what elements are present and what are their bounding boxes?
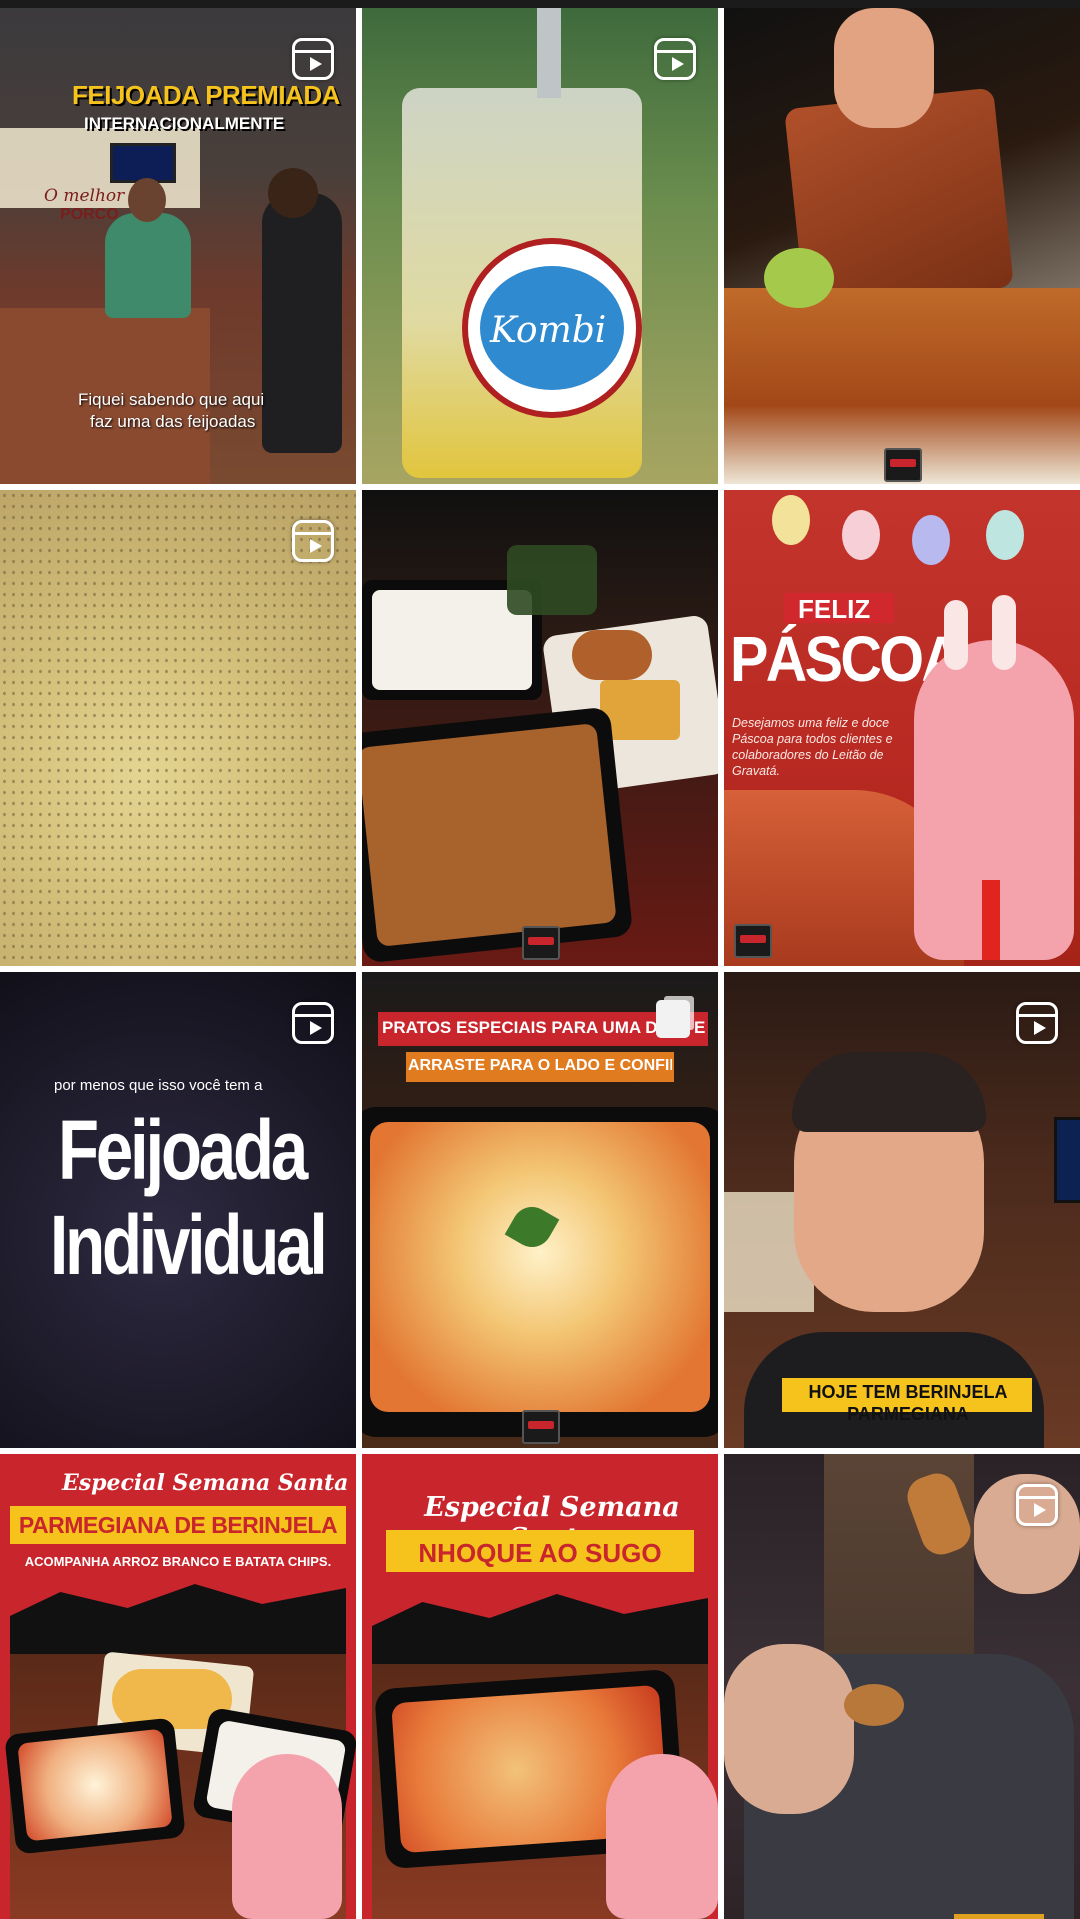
- pig-tie: [982, 880, 1000, 960]
- post-tile-farofa[interactable]: [0, 490, 356, 966]
- fried-bite-small: [844, 1684, 904, 1726]
- easter-egg: [842, 510, 880, 560]
- polenta: [600, 680, 680, 740]
- post-tile-chopp-kombi[interactable]: Kombi: [362, 8, 718, 484]
- feijao-tropeiro: [362, 723, 617, 947]
- fingers: [834, 8, 934, 128]
- individual-line-big: Individual: [50, 1198, 328, 1292]
- post-tile-parmegiana-berinjela[interactable]: Especial Semana Santa PARMEGIANA DE BERI…: [0, 1454, 356, 1919]
- restaurant-logo-badge: [884, 448, 922, 482]
- bunny-ear: [992, 595, 1016, 670]
- previous-row-edge: [0, 0, 1080, 8]
- mountain-shape: [10, 1584, 346, 1664]
- mountain-shape: [372, 1594, 708, 1674]
- herbs-cup: [507, 545, 597, 615]
- reel-icon: [292, 38, 334, 80]
- shirt-logo: [954, 1914, 1044, 1919]
- left-hand: [724, 1644, 854, 1814]
- overlay-subtitle: INTERNACIONALMENTE: [84, 114, 285, 133]
- reel-icon: [654, 38, 696, 80]
- feliz-label: FELIZ: [798, 594, 871, 624]
- restaurant-logo-badge: [522, 926, 560, 960]
- reel-icon: [292, 520, 334, 562]
- pig-mascot: [232, 1754, 342, 1919]
- post-tile-torresmo[interactable]: [724, 8, 1080, 484]
- title: NHOQUE AO SUGO: [418, 1538, 662, 1568]
- pig-mascot: [606, 1754, 718, 1919]
- easter-egg: [772, 495, 810, 545]
- reel-icon: [1016, 1484, 1058, 1526]
- banner-orange-text: ARRASTE PARA O LADO E CONFIRA!!: [408, 1057, 672, 1074]
- restaurant-logo-badge: [734, 924, 772, 958]
- wall-lettering-1: O melhor: [44, 186, 125, 206]
- post-tile-feijoada-premiada[interactable]: O melhor PORCO FEIJOADA PREMIADA INTERNA…: [0, 8, 356, 484]
- restaurant-logo-badge: [522, 1410, 560, 1444]
- easter-egg: [986, 510, 1024, 560]
- overlay-title: FEIJOADA PREMIADA: [72, 80, 340, 110]
- tap: [537, 8, 561, 98]
- caption-line-1: Fiquei sabendo que aqui: [78, 390, 265, 409]
- carousel-icon: [656, 1000, 690, 1038]
- person-standing-head: [268, 168, 318, 218]
- tv-screen: [1054, 1117, 1080, 1203]
- person-standing: [262, 193, 342, 453]
- post-tile-feliz-pascoa[interactable]: FELIZ PÁSCOA Desejamos uma feliz e doce …: [724, 490, 1080, 966]
- caption-line-2: faz uma das feijoadas: [90, 412, 256, 431]
- easter-egg: [912, 515, 950, 565]
- fried-chicken: [572, 630, 652, 680]
- post-tile-berinjela-reel[interactable]: HOJE TEM BERINJELA PARMEGIANA: [724, 972, 1080, 1448]
- feijoada-line-small: por menos que isso você tem a: [54, 1077, 263, 1094]
- post-tile-pratos-especiais[interactable]: PRATOS ESPECIAIS PARA UMA DATA ESPECIAL …: [362, 972, 718, 1448]
- script-title: Especial Semana Santa: [62, 1470, 349, 1496]
- wall-lettering-2: PORCO: [60, 206, 119, 223]
- tv-screen: [110, 143, 176, 183]
- man-hair: [792, 1052, 986, 1132]
- mug-logo-text: Kombi: [490, 310, 607, 351]
- post-tile-marmitas[interactable]: [362, 490, 718, 966]
- parmegiana: [17, 1728, 173, 1842]
- lime: [764, 248, 834, 308]
- feijoada-line-big: Feijoada: [58, 1103, 308, 1197]
- reel-icon: [1016, 1002, 1058, 1044]
- subtitle: ACOMPANHA ARROZ BRANCO E BATATA CHIPS.: [24, 1554, 332, 1569]
- title: PARMEGIANA DE BERINJELA: [18, 1512, 338, 1538]
- reel-icon: [292, 1002, 334, 1044]
- bunny-ear: [944, 600, 968, 670]
- post-tile-feijoada-individual[interactable]: por menos que isso você tem a Feijoada I…: [0, 972, 356, 1448]
- caption-line-2: PARMEGIANA: [847, 1404, 969, 1424]
- person-seated-head: [128, 178, 166, 222]
- gnocchi-cheese: [370, 1122, 710, 1412]
- profile-posts-grid: O melhor PORCO FEIJOADA PREMIADA INTERNA…: [0, 0, 1080, 1919]
- post-tile-nhoque-ao-sugo[interactable]: Especial Semana Santa NHOQUE AO SUGO: [362, 1454, 718, 1919]
- post-tile-bolinho-reel[interactable]: [724, 1454, 1080, 1919]
- person-seated: [105, 213, 191, 318]
- caption-line-1: HOJE TEM BERINJELA: [808, 1382, 1008, 1402]
- pascoa-body: Desejamos uma feliz e doce Páscoa para t…: [732, 716, 893, 778]
